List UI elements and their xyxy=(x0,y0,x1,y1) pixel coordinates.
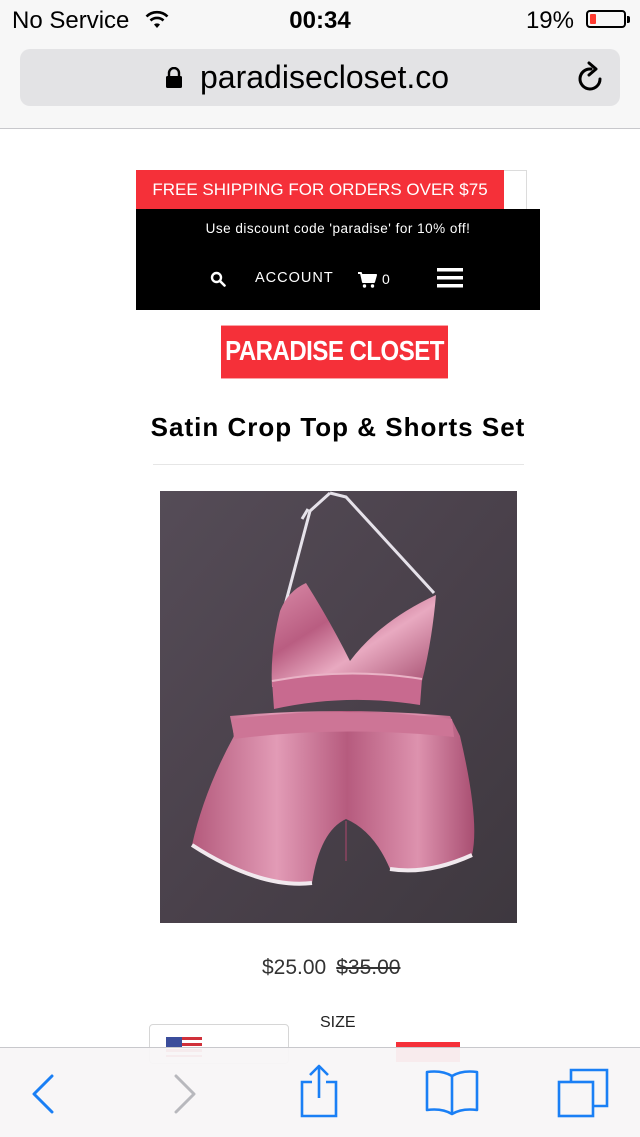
product-image[interactable] xyxy=(160,491,517,923)
free-shipping-banner: FREE SHIPPING FOR ORDERS OVER $75 xyxy=(136,170,504,209)
share-icon[interactable] xyxy=(298,1064,340,1123)
lock-icon xyxy=(165,66,183,94)
site-logo[interactable]: PARADISE CLOSET CO. xyxy=(221,325,448,420)
size-label: SIZE xyxy=(320,1014,356,1031)
cart-icon[interactable] xyxy=(358,272,377,293)
url-text[interactable]: paradisecloset.co xyxy=(200,59,449,96)
back-chevron-icon[interactable] xyxy=(30,1074,56,1119)
price-row: $25.00 $35.00 xyxy=(262,956,400,980)
reload-icon[interactable] xyxy=(576,61,606,98)
hamburger-menu-icon[interactable] xyxy=(437,268,463,293)
bookmarks-icon[interactable] xyxy=(424,1068,480,1121)
browser-chrome: No Service 00:34 19% paradisecloset.co xyxy=(0,0,640,129)
battery-level-fill xyxy=(590,14,596,24)
cart-count[interactable]: 0 xyxy=(382,271,390,287)
address-bar[interactable]: paradisecloset.co xyxy=(20,49,620,106)
account-link[interactable]: ACCOUNT xyxy=(255,270,334,286)
site-nav: Use discount code 'paradise' for 10% off… xyxy=(136,209,540,310)
search-icon[interactable] xyxy=(210,271,226,292)
battery-percent: 19% xyxy=(525,7,574,34)
discount-notice: Use discount code 'paradise' for 10% off… xyxy=(205,221,471,236)
forward-chevron-icon[interactable] xyxy=(172,1074,198,1119)
compare-at-price: $35.00 xyxy=(336,956,401,979)
product-title: Satin Crop Top & Shorts Set xyxy=(150,412,526,442)
status-bar: No Service 00:34 19% xyxy=(0,0,640,40)
battery-icon xyxy=(586,10,630,28)
sale-price: $25.00 xyxy=(262,956,327,979)
tabs-icon[interactable] xyxy=(557,1068,609,1123)
browser-toolbar xyxy=(0,1047,640,1137)
divider xyxy=(153,464,524,465)
